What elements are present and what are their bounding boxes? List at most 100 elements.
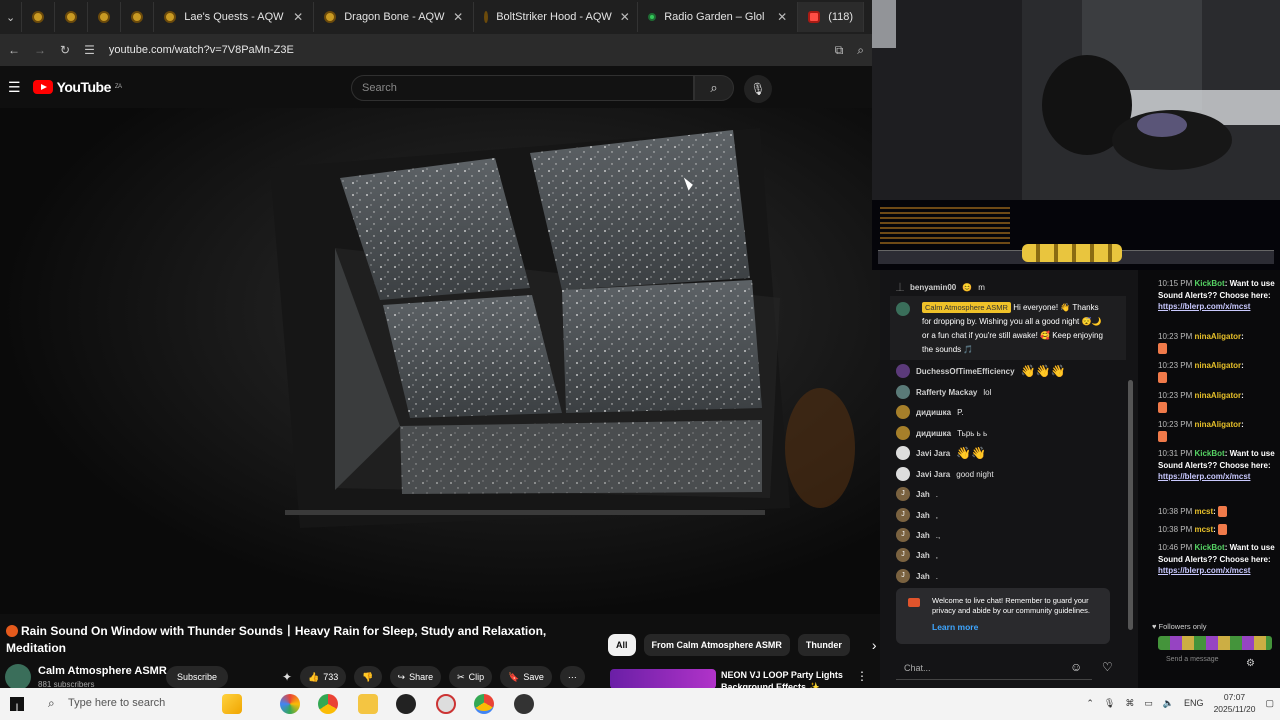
sound-alerts-link[interactable]: https://blerp.com/x/mcst — [1158, 566, 1250, 575]
aqw-icon — [98, 11, 111, 23]
chat-author: ninaAligator — [1194, 361, 1242, 370]
recommended-video-title[interactable]: NEON VJ LOOP Party Lights Background Eff… — [721, 669, 846, 689]
language-indicator[interactable]: ENG — [1184, 698, 1204, 708]
share-button[interactable]: ↪ Share — [389, 666, 442, 688]
close-icon[interactable]: ✕ — [453, 10, 463, 24]
channel-name[interactable]: Calm Atmosphere ASMR — [38, 665, 167, 677]
browser-tab[interactable] — [121, 2, 155, 32]
app-icon[interactable] — [436, 694, 456, 714]
browser-tab[interactable]: Dragon Bone - AQW ✕ — [314, 2, 475, 32]
chip-from-channel[interactable]: From Calm Atmosphere ASMR — [643, 634, 790, 656]
sound-alerts-link[interactable]: https://blerp.com/x/mcst — [1158, 302, 1250, 311]
search-button[interactable]: ⌕ — [694, 75, 734, 101]
chat-input[interactable]: Chat... — [896, 656, 1092, 680]
notification-icon[interactable]: ▢ — [1265, 698, 1274, 709]
close-icon[interactable]: ✕ — [620, 10, 630, 24]
volume-icon[interactable]: 🔈 — [1163, 698, 1174, 709]
app-icon[interactable] — [514, 694, 534, 714]
hype-icon[interactable]: ✦ — [282, 666, 292, 688]
chat-message: J Jah. — [896, 569, 938, 583]
url-field[interactable]: youtube.com/watch?v=7V8PaMn-Z3E — [109, 44, 821, 56]
avatar[interactable] — [5, 664, 31, 690]
emote-icon — [1218, 524, 1228, 536]
menu-icon[interactable]: ☰ — [8, 79, 21, 96]
save-button[interactable]: 🔖 Save — [500, 666, 552, 688]
search-icon: ⌕ — [48, 696, 55, 710]
hud-skill-icons — [1022, 244, 1122, 262]
settings-icon[interactable]: ⚙ — [1246, 658, 1255, 669]
chat-text: , — [935, 550, 939, 560]
tab-label: Lae's Quests - AQW — [184, 11, 284, 23]
region-code: ZA — [114, 84, 122, 90]
like-button[interactable]: 👍 733 — [300, 666, 347, 688]
microphone-icon[interactable]: 🎙 — [1104, 698, 1115, 709]
file-explorer-icon[interactable] — [358, 694, 378, 714]
dislike-button[interactable]: 👎 — [354, 666, 382, 688]
reload-icon[interactable]: ↻ — [60, 43, 70, 57]
kick-chat-message: 10:46 PM KickBot: Want to use Sound Aler… — [1158, 543, 1275, 575]
youtube-logo[interactable]: YouTube ZA — [32, 79, 122, 95]
browser-tab[interactable]: Lae's Quests - AQW ✕ — [154, 2, 315, 32]
voice-search-button[interactable]: 🎙 — [744, 75, 772, 103]
sound-alerts-link[interactable]: https://blerp.com/x/mcst — [1158, 472, 1250, 481]
windows-start-icon[interactable] — [10, 697, 24, 711]
followers-only-text: Followers only — [1158, 622, 1207, 631]
youtube-header: ☰ YouTube ZA Search ⌕ 🎙 — [0, 66, 872, 108]
forward-icon[interactable]: → — [34, 43, 46, 57]
video-player[interactable] — [0, 108, 880, 614]
chat-text: , — [935, 510, 939, 520]
chat-text: good night — [956, 469, 994, 479]
zoom-icon[interactable]: ⌕ — [857, 43, 864, 58]
chevron-up-icon[interactable]: ⌃ — [1086, 698, 1094, 709]
more-vert-icon[interactable]: ⋮ — [856, 669, 868, 683]
aqw-icon — [32, 11, 45, 23]
kick-chat-message: 10:31 PM KickBot: Want to use Sound Aler… — [1158, 449, 1275, 481]
chrome-active-icon[interactable] — [474, 694, 494, 714]
browser-tab-active[interactable]: (118) — [798, 2, 865, 32]
clock[interactable]: 07:07 2025/11/20 — [1214, 691, 1256, 715]
close-icon[interactable]: ✕ — [777, 10, 787, 24]
display-icon[interactable]: ▭ — [1144, 698, 1153, 709]
chat-author: Jah — [916, 510, 930, 520]
browser-tab[interactable]: BoltStriker Hood - AQW ✕ — [474, 2, 639, 32]
browser-tab[interactable]: Radio Garden – Glol ✕ — [638, 2, 799, 32]
network-icon[interactable]: ⌘ — [1125, 698, 1134, 709]
widgets-icon[interactable] — [222, 694, 242, 714]
cast-icon[interactable]: ⧉ — [835, 43, 844, 58]
chrome-icon[interactable] — [318, 694, 338, 714]
send-message-input[interactable]: Send a message — [1166, 656, 1226, 664]
emoji-icon[interactable]: ☺ — [1070, 660, 1082, 674]
chat-scrollbar[interactable] — [1128, 380, 1133, 630]
subscribe-button[interactable]: Subscribe — [166, 666, 228, 688]
system-tray: ⌃ 🎙 ⌘ ▭ 🔈 ENG 07:07 2025/11/20 ▢ — [1086, 691, 1274, 715]
chip-all[interactable]: All — [608, 634, 636, 656]
message-time: 10:31 PM — [1158, 449, 1193, 458]
close-icon[interactable]: ✕ — [293, 10, 303, 24]
site-info-icon[interactable]: ☰ — [84, 43, 95, 57]
scissors-icon: ✂ — [457, 671, 465, 682]
obs-icon[interactable] — [396, 694, 416, 714]
more-actions-button[interactable]: ⋯ — [559, 666, 585, 688]
chat-message: ⏊ benyamin00 😊 m — [896, 282, 985, 293]
save-label: Save — [523, 672, 544, 682]
recommendation-chips: All From Calm Atmosphere ASMR Thunder › — [608, 634, 877, 656]
chip-thunder[interactable]: Thunder — [797, 634, 850, 656]
browser-tab[interactable] — [55, 2, 89, 32]
chevron-right-icon[interactable]: › — [872, 637, 877, 653]
learn-more-link[interactable]: Learn more — [932, 622, 978, 632]
message-time: 10:38 PM — [1158, 525, 1193, 534]
browser-tab[interactable] — [22, 2, 56, 32]
back-icon[interactable]: ← — [8, 43, 20, 57]
browser-tab[interactable] — [88, 2, 122, 32]
live-indicator-icon — [6, 625, 18, 637]
kick-chat-message: 10:38 PM mcst: — [1158, 506, 1276, 518]
clip-button[interactable]: ✂ Clip — [449, 666, 493, 688]
chat-text: m — [978, 283, 985, 292]
copilot-icon[interactable] — [280, 694, 300, 714]
search-input[interactable]: Search — [351, 75, 694, 101]
tab-list-dropdown[interactable]: ⌄ — [0, 2, 23, 32]
heart-icon[interactable]: ♡ — [1102, 660, 1113, 674]
emote-icon — [1158, 342, 1167, 354]
chat-author: Javi Jara — [916, 469, 951, 479]
recommended-video-thumbnail[interactable] — [610, 669, 716, 689]
